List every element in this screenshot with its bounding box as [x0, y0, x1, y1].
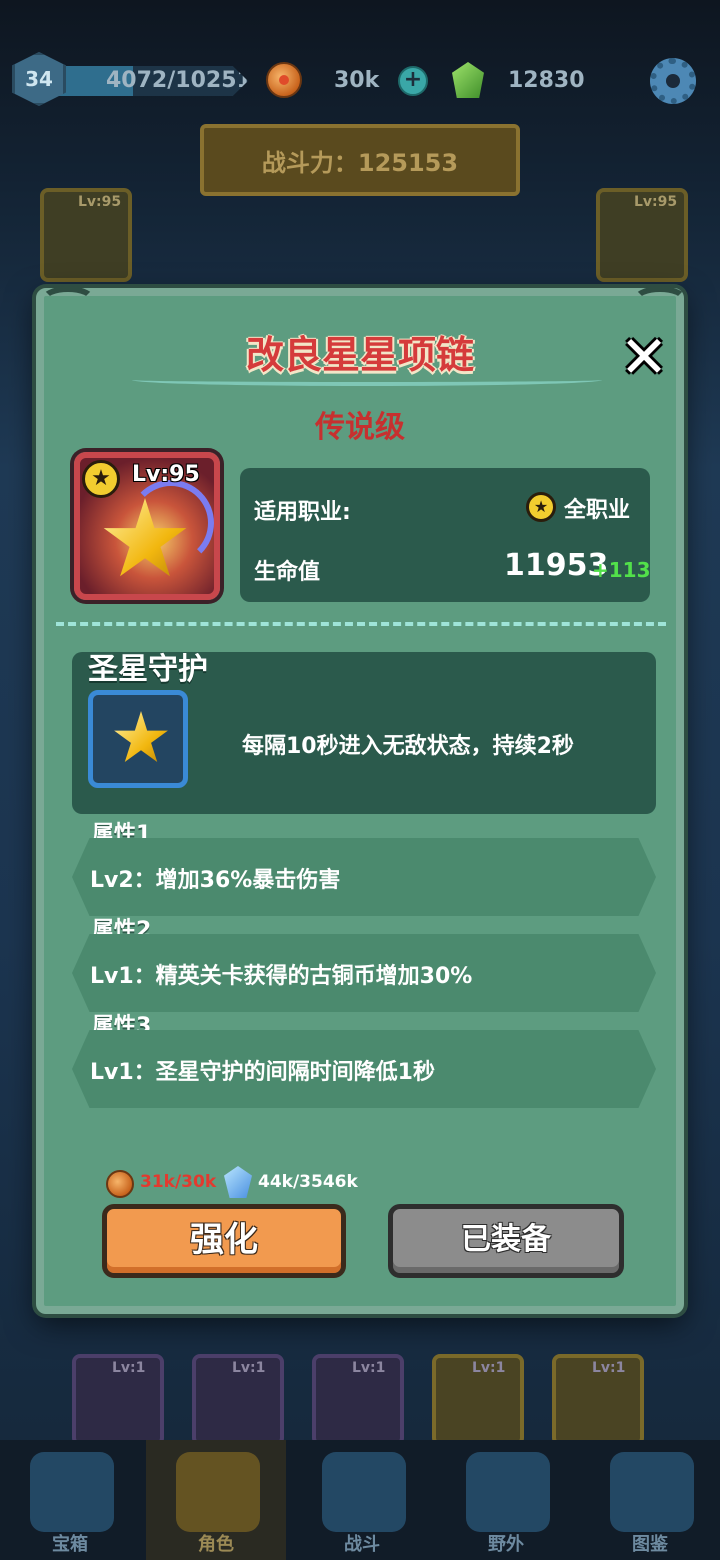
class-star-badge-icon: ★	[82, 460, 120, 498]
inventory-item[interactable]: Lv:1	[552, 1354, 644, 1446]
xp-bar: 4072/10251	[58, 66, 248, 96]
crossed-swords-icon	[322, 1452, 406, 1532]
nav-tab-chest[interactable]: 宝箱	[0, 1440, 140, 1560]
attribute-text: Lv2：增加36%暴击伤害	[90, 868, 341, 893]
book-icon	[610, 1452, 694, 1532]
hp-bonus: +113	[592, 558, 651, 582]
gem-count: 12830	[508, 68, 585, 93]
close-button[interactable]: ✕	[616, 328, 672, 386]
skill-icon-frame[interactable]	[88, 690, 188, 788]
nav-label: 图鉴	[632, 1534, 668, 1555]
attribute-row: Lv1：圣星守护的间隔时间降低1秒	[72, 1030, 656, 1108]
inventory-item[interactable]: Lv:1	[312, 1354, 404, 1446]
nav-label: 宝箱	[52, 1534, 88, 1555]
equip-slot-weapon[interactable]: Lv:95	[40, 188, 132, 282]
class-label: 适用职业:	[254, 500, 351, 525]
class-value: 全职业	[564, 498, 631, 523]
inventory-item-level: Lv:1	[232, 1360, 266, 1376]
coin-count: 30k	[334, 68, 380, 93]
chest-icon	[30, 1452, 114, 1532]
equipped-button[interactable]: 已装备	[388, 1204, 624, 1278]
holy-star-icon	[114, 711, 168, 762]
inventory-item-level: Lv:1	[592, 1360, 626, 1376]
item-name-title: 改良星星项链	[245, 333, 474, 377]
item-detail-dialog: 改良星星项链 ✕ 传说级 ★ Lv:95 适用职业: ★ 全职业 生命值 119…	[36, 286, 688, 1314]
necklace-item-icon[interactable]: ★ Lv:95	[74, 452, 220, 600]
nav-tab-battle[interactable]: 战斗	[292, 1440, 432, 1560]
inventory-item[interactable]: Lv:1	[72, 1354, 164, 1446]
nav-label: 角色	[198, 1534, 234, 1555]
coin-icon	[266, 62, 302, 98]
item-level: Lv:95	[132, 462, 200, 487]
character-icon	[176, 1452, 260, 1532]
slot-level: Lv:95	[634, 194, 678, 210]
inventory-item-level: Lv:1	[472, 1360, 506, 1376]
attribute-row: Lv1：精英关卡获得的古铜币增加30%	[72, 934, 656, 1012]
nav-tab-character[interactable]: 角色	[146, 1440, 286, 1560]
top-resource-bar: 4072/10251 34 30k + 12830	[0, 40, 720, 120]
all-class-star-icon: ★	[526, 492, 556, 522]
attribute-text: Lv1：精英关卡获得的古铜币增加30%	[90, 964, 473, 989]
inventory-item[interactable]: Lv:1	[192, 1354, 284, 1446]
skill-description: 每隔10秒进入无敌状态，持续2秒	[242, 734, 574, 759]
title-ornament	[132, 374, 602, 386]
crystal-cost-icon	[224, 1166, 252, 1198]
corner-ornament	[632, 286, 688, 316]
nav-tab-wild[interactable]: 野外	[436, 1440, 576, 1560]
settings-gear-icon[interactable]	[650, 58, 696, 104]
inventory-item-level: Lv:1	[352, 1360, 386, 1376]
enhance-button[interactable]: 强化	[102, 1204, 346, 1278]
attribute-text: Lv1：圣星守护的间隔时间降低1秒	[90, 1060, 435, 1085]
nav-tab-codex[interactable]: 图鉴	[580, 1440, 720, 1560]
item-stats-panel: 适用职业: ★ 全职业 生命值 11953 +113	[240, 468, 651, 602]
coin-cost: 31k/30k	[140, 1172, 217, 1192]
castle-icon	[466, 1452, 550, 1532]
gem-icon	[452, 62, 484, 98]
bottom-navigation: 宝箱 角色 战斗 野外 图鉴	[0, 1440, 720, 1560]
skill-name: 圣星守护	[88, 652, 208, 687]
inventory-item[interactable]: Lv:1	[432, 1354, 524, 1446]
corner-ornament	[40, 286, 96, 316]
nav-label: 野外	[488, 1534, 524, 1555]
rarity-label: 传说级	[315, 410, 405, 445]
nav-label: 战斗	[344, 1534, 380, 1555]
slot-level: Lv:95	[78, 194, 122, 210]
add-coins-button[interactable]: +	[398, 66, 428, 96]
player-level-badge[interactable]: 34	[12, 52, 66, 106]
inventory-item-level: Lv:1	[112, 1360, 146, 1376]
attribute-row: Lv2：增加36%暴击伤害	[72, 838, 656, 916]
crystal-cost: 44k/3546k	[258, 1172, 358, 1192]
equip-slot-helmet[interactable]: Lv:95	[596, 188, 688, 282]
section-divider	[56, 622, 666, 626]
hp-label: 生命值	[254, 560, 321, 585]
combat-power-banner: 战斗力：125153	[200, 124, 520, 196]
coin-cost-icon	[106, 1170, 134, 1198]
xp-text: 4072/10251	[106, 68, 252, 93]
